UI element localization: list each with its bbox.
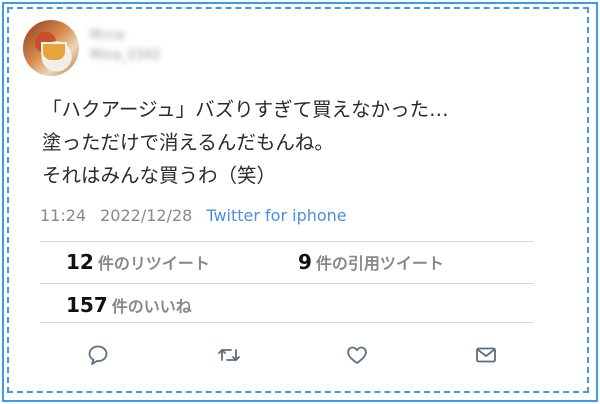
tweet-date[interactable]: 2022/12/28 (100, 206, 192, 225)
tweet-line: それはみんな買うわ（笑） (42, 164, 277, 187)
divider (40, 241, 534, 242)
action-bar (0, 340, 600, 370)
like-button[interactable] (342, 340, 372, 370)
quote-label: 件の引用ツイート (315, 254, 444, 273)
user-handle[interactable]: Mina_0342 (90, 48, 161, 63)
retweet-label: 件のリツイート (97, 254, 210, 273)
reply-icon (88, 345, 108, 365)
retweet-icon (218, 349, 240, 361)
tweet-line: 塗っただけで消えるんだもんね。 (42, 131, 334, 154)
user-name[interactable]: Mina (90, 28, 125, 43)
quote-count: 9 (298, 250, 312, 274)
retweet-button[interactable] (214, 340, 244, 370)
retweet-stat[interactable]: 12 件のリツイート (66, 250, 210, 274)
tweet-text: 「ハクアージュ」バズりすぎて買えなかった… 塗っただけで消えるんだもんね。 それ… (42, 93, 562, 192)
tweet-source[interactable]: Twitter for iphone (206, 206, 346, 225)
divider (40, 322, 534, 323)
avatar[interactable] (23, 20, 79, 76)
tweet-card: Mina Mina_0342 「ハクアージュ」バズりすぎて買えなかった… 塗った… (0, 0, 600, 404)
like-label: 件のいいね (111, 297, 192, 316)
retweet-count: 12 (66, 250, 94, 274)
like-icon (347, 346, 367, 364)
tweet-meta: 11:24 2022/12/28 Twitter for iphone (40, 206, 347, 225)
tweet-time[interactable]: 11:24 (40, 206, 86, 225)
divider (40, 283, 534, 284)
share-icon (476, 347, 496, 363)
cup-icon (41, 42, 67, 62)
like-count: 157 (66, 293, 108, 317)
share-button[interactable] (471, 340, 501, 370)
reply-button[interactable] (83, 340, 113, 370)
tweet-line: 「ハクアージュ」バズりすぎて買えなかった… (42, 98, 449, 121)
like-stat[interactable]: 157 件のいいね (66, 293, 192, 317)
quote-stat[interactable]: 9 件の引用ツイート (298, 250, 444, 274)
